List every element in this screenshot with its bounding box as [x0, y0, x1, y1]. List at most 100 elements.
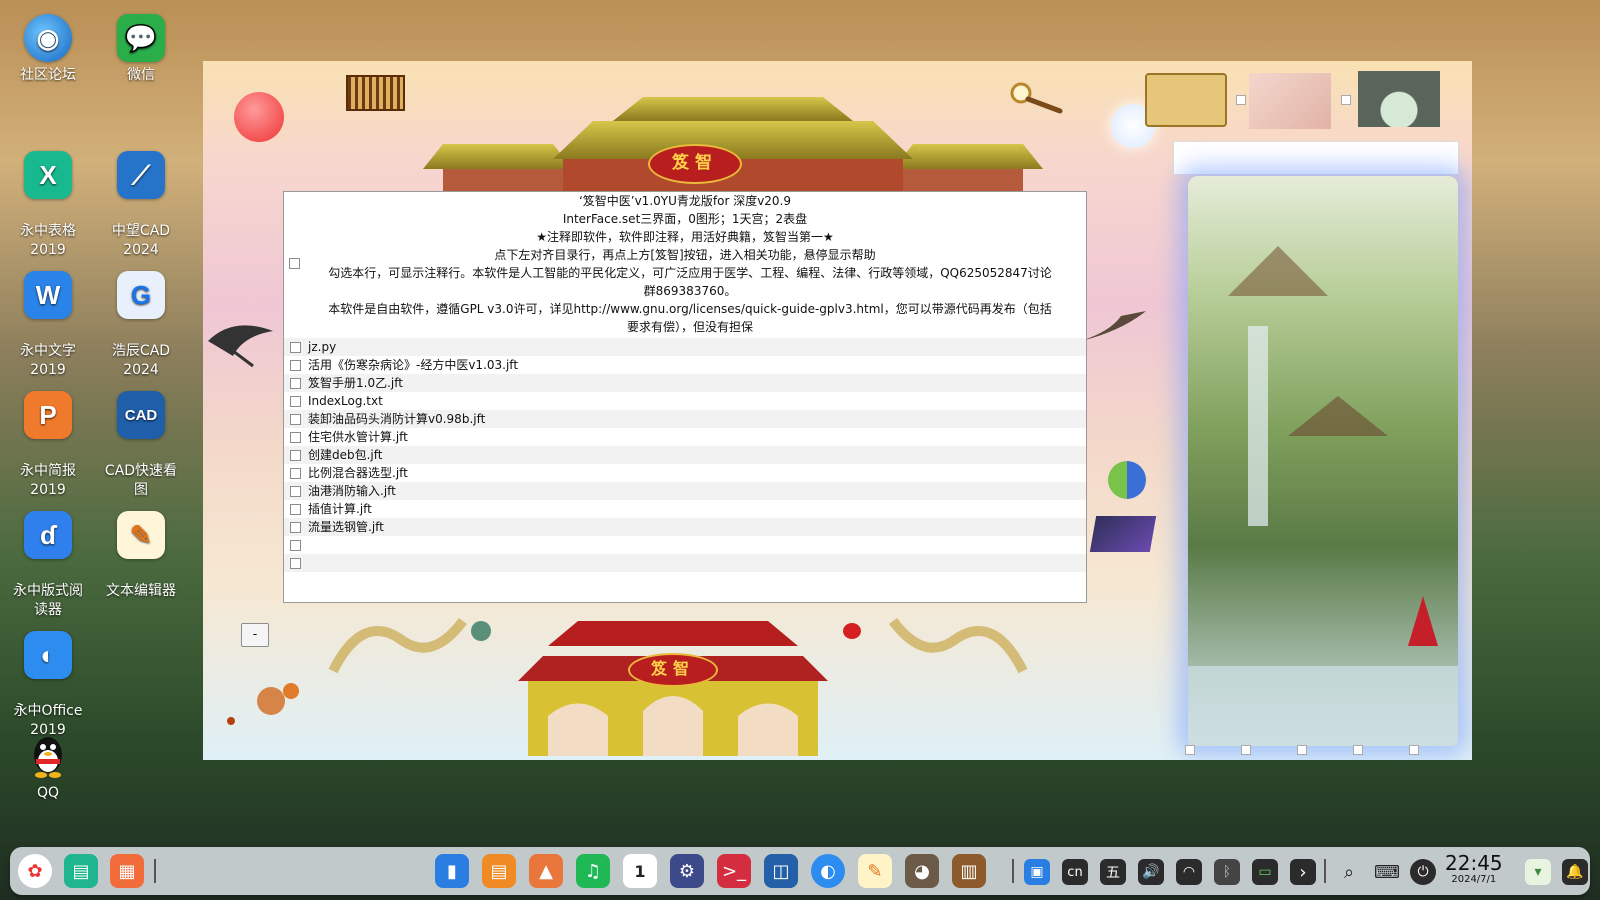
- file-name: 笈智手册1.0乙.jft: [308, 376, 403, 390]
- browser-icon[interactable]: ◐: [811, 854, 845, 888]
- list-item[interactable]: 比例混合器选型.jft: [284, 464, 1086, 482]
- desktop-icon-qq[interactable]: QQ: [2, 732, 94, 803]
- list-item[interactable]: [284, 554, 1086, 572]
- row-checkbox[interactable]: [290, 485, 301, 497]
- row-checkbox[interactable]: [290, 359, 301, 371]
- wifi-icon[interactable]: ◠: [1176, 859, 1202, 885]
- pager-dot[interactable]: [1185, 745, 1195, 755]
- virtualbox-icon[interactable]: ◫: [764, 854, 798, 888]
- tool-toggle-2[interactable]: [1341, 95, 1351, 105]
- yozo-sheet-icon: X: [24, 151, 72, 199]
- collapse-button[interactable]: -: [241, 623, 269, 647]
- jizhi-sign-top[interactable]: 笈智: [648, 144, 742, 184]
- terminal-icon[interactable]: >_: [717, 854, 751, 888]
- wubi-icon[interactable]: 五: [1100, 859, 1126, 885]
- tray-glyph: ›: [1299, 861, 1307, 883]
- file-name: jz.py: [308, 340, 337, 354]
- autumn-leaves-icon: [227, 683, 299, 725]
- moon-gate-button[interactable]: [1358, 71, 1440, 127]
- list-item[interactable]: 插值计算.jft: [284, 500, 1086, 518]
- desktop-icon-label: 社区论坛: [20, 67, 76, 83]
- collapse-button-label: -: [252, 627, 258, 641]
- desktop-icon-wechat[interactable]: 💬 微信: [95, 14, 187, 85]
- search-input[interactable]: [1173, 141, 1459, 175]
- deepin-forum-icon: ◉: [24, 14, 72, 62]
- yin-yang-icon[interactable]: [1108, 461, 1146, 499]
- tray-glyph: 五: [1106, 865, 1120, 881]
- list-item[interactable]: jz.py: [284, 338, 1086, 356]
- power-icon[interactable]: ⏻: [1410, 859, 1436, 885]
- search-icon[interactable]: ⌕: [1336, 859, 1362, 885]
- row-checkbox[interactable]: [290, 521, 301, 533]
- text-editor-icon[interactable]: ✎: [858, 854, 892, 888]
- input-method-icon[interactable]: cn: [1062, 859, 1088, 885]
- jizhi-sign-bottom[interactable]: 笈智: [628, 653, 718, 687]
- notification-icon[interactable]: 🔔: [1562, 859, 1588, 885]
- row-checkbox[interactable]: [290, 557, 301, 569]
- battery-icon[interactable]: ▭: [1252, 859, 1278, 885]
- row-checkbox[interactable]: [290, 449, 301, 461]
- music-icon[interactable]: ♫: [576, 854, 610, 888]
- launcher-icon[interactable]: ✿: [18, 854, 52, 888]
- laptop-icon[interactable]: [1089, 516, 1157, 552]
- tray-glyph: ⌕: [1343, 861, 1355, 883]
- image-viewer-icon[interactable]: ▲: [529, 854, 563, 888]
- turtle-icon[interactable]: [471, 621, 491, 641]
- calendar-icon[interactable]: 1: [623, 854, 657, 888]
- gimp-icon[interactable]: ◕: [905, 854, 939, 888]
- pager-dot[interactable]: [1297, 745, 1307, 755]
- list-item[interactable]: IndexLog.txt: [284, 392, 1086, 410]
- pager-dot[interactable]: [1409, 745, 1419, 755]
- row-checkbox[interactable]: [290, 539, 301, 551]
- app-window: 笈智 ‘笈智中医’v1.0YU青龙版for 深度v20.9 InterFace.…: [203, 61, 1472, 760]
- yozo-office-icon: ◐: [24, 631, 72, 679]
- trash-icon[interactable]: ▾: [1525, 859, 1551, 885]
- app-store-icon[interactable]: ▤: [482, 854, 516, 888]
- pager-dot[interactable]: [1241, 745, 1251, 755]
- list-item[interactable]: 活用《伤寒杂病论》-经方中医v1.03.jft: [284, 356, 1086, 374]
- landscape-illustration: [1188, 176, 1458, 746]
- row-checkbox[interactable]: [290, 413, 301, 425]
- desktop-icon-text-editor[interactable]: ✎ 文本编辑器: [95, 492, 187, 620]
- list-item[interactable]: 笈智手册1.0乙.jft: [284, 374, 1086, 392]
- show-desktop-icon[interactable]: ▦: [110, 854, 144, 888]
- list-item[interactable]: 装卸油品码头消防计算v0.98b.jft: [284, 410, 1086, 428]
- taskbar-divider: [154, 859, 156, 883]
- cards-button[interactable]: [1249, 73, 1331, 129]
- row-checkbox[interactable]: [290, 431, 301, 443]
- row-checkbox[interactable]: [290, 467, 301, 479]
- crab-icon[interactable]: [843, 623, 861, 639]
- pager-dot[interactable]: [1353, 745, 1363, 755]
- calendar-day: 1: [634, 861, 646, 881]
- list-item[interactable]: 住宅供水管计算.jft: [284, 428, 1086, 446]
- expand-tray-icon[interactable]: ›: [1290, 859, 1316, 885]
- abacus-button[interactable]: [346, 75, 405, 111]
- show-notes-checkbox[interactable]: [289, 258, 300, 269]
- tool-toggle-1[interactable]: [1236, 95, 1246, 105]
- keyboard-icon[interactable]: ⌨: [1374, 859, 1400, 885]
- list-item[interactable]: [284, 536, 1086, 554]
- multitask-view-icon[interactable]: ▤: [64, 854, 98, 888]
- file-list-panel: ‘笈智中医’v1.0YU青龙版for 深度v20.9 InterFace.set…: [283, 191, 1087, 603]
- row-checkbox[interactable]: [290, 503, 301, 515]
- scroll-button[interactable]: [1145, 73, 1227, 127]
- taskbar-divider: [1012, 859, 1014, 883]
- zwcad-icon: ⟋: [117, 151, 165, 199]
- list-item[interactable]: 创建deb包.jft: [284, 446, 1086, 464]
- screen-share-icon[interactable]: ▣: [1024, 859, 1050, 885]
- row-checkbox[interactable]: [290, 377, 301, 389]
- file-name: 创建deb包.jft: [308, 448, 383, 462]
- bluetooth-icon[interactable]: ᛒ: [1214, 859, 1240, 885]
- desktop-icon-forum[interactable]: ◉ 社区论坛: [2, 14, 94, 85]
- file-name: 油港消防输入.jft: [308, 484, 396, 498]
- abacus-app-icon[interactable]: ▥: [952, 854, 986, 888]
- clock[interactable]: 22:45 2024/7/1: [1445, 852, 1503, 886]
- row-checkbox[interactable]: [290, 341, 301, 353]
- control-center-icon[interactable]: ⚙: [670, 854, 704, 888]
- list-item[interactable]: 流量选钢管.jft: [284, 518, 1086, 536]
- list-item[interactable]: 油港消防输入.jft: [284, 482, 1086, 500]
- volume-icon[interactable]: 🔊: [1138, 859, 1164, 885]
- header-line: 勾选本行，可显示注释行。本软件是人工智能的平民化定义，可广泛应用于医学、工程、编…: [328, 266, 1052, 298]
- file-manager-icon[interactable]: ▮: [435, 854, 469, 888]
- row-checkbox[interactable]: [290, 395, 301, 407]
